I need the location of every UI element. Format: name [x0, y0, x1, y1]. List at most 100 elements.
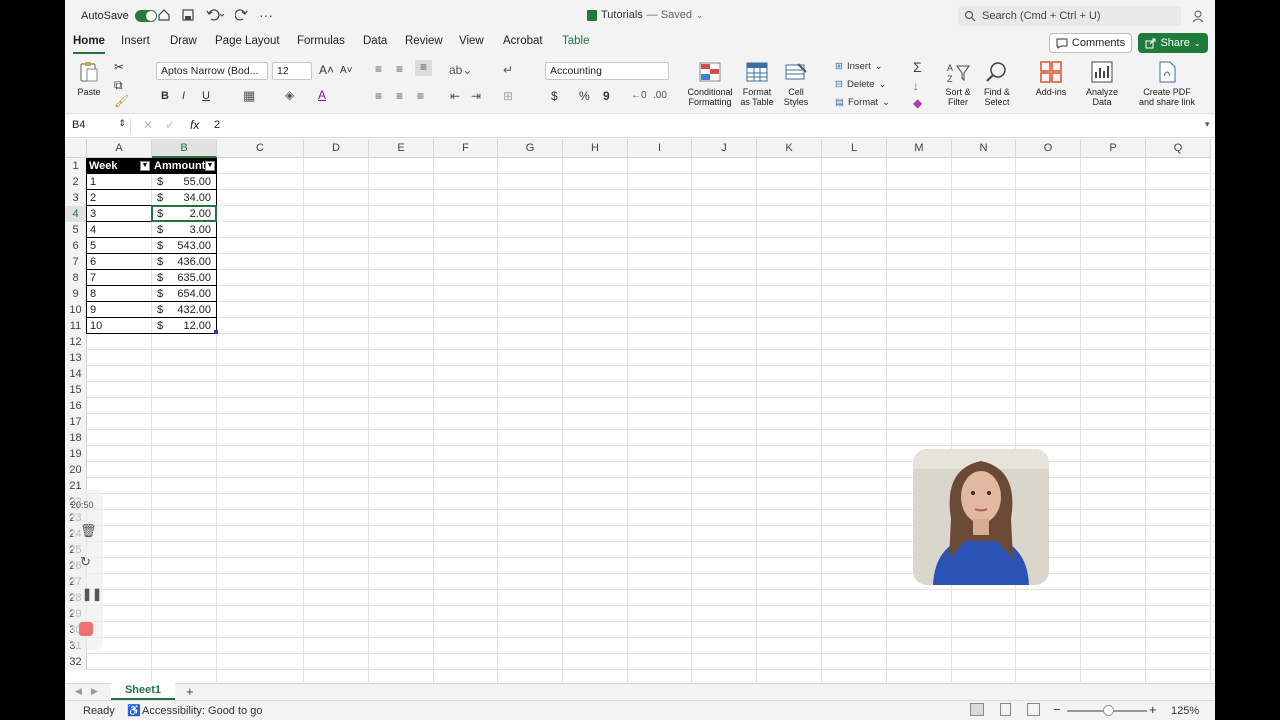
align-top-icon[interactable]: ≡ — [375, 62, 382, 76]
row-header-19[interactable]: 19 — [65, 446, 87, 462]
fill-icon[interactable]: ↓ — [913, 79, 919, 93]
delete-cells-button[interactable]: ⊟ Delete ⌄ — [835, 79, 886, 90]
cell-week[interactable]: 7 — [90, 270, 149, 286]
pause-icon[interactable]: ❚❚ — [82, 587, 102, 601]
select-all-corner[interactable] — [65, 139, 87, 158]
column-header-j[interactable]: J — [692, 139, 757, 158]
tab-data[interactable]: Data — [363, 35, 387, 47]
confirm-icon[interactable]: ✓ — [165, 118, 175, 132]
percent-button[interactable]: % — [579, 89, 590, 103]
tab-page-layout[interactable]: Page Layout — [215, 35, 280, 47]
orientation-icon[interactable]: ab⌄ — [449, 63, 472, 77]
format-as-table-button[interactable]: Format as Table — [736, 60, 778, 107]
wrap-text-icon[interactable]: ↵ — [503, 63, 513, 77]
cancel-icon[interactable]: ✕ — [143, 118, 153, 132]
row-header-12[interactable]: 12 — [65, 334, 87, 350]
column-header-o[interactable]: O — [1016, 139, 1081, 158]
row-header-3[interactable]: 3 — [65, 190, 87, 206]
cell-week[interactable]: 6 — [90, 254, 149, 270]
column-header-h[interactable]: H — [563, 139, 628, 158]
stop-icon[interactable] — [79, 622, 93, 636]
format-painter-icon[interactable]: 🖌 — [114, 94, 129, 108]
cell-amount[interactable]: 55.00 — [172, 174, 211, 190]
account-icon[interactable] — [1192, 9, 1206, 23]
column-header-g[interactable]: G — [498, 139, 563, 158]
filter-dropdown-icon[interactable]: ▼ — [140, 161, 150, 171]
zoom-level[interactable]: 125% — [1171, 705, 1199, 717]
sort-filter-button[interactable]: AZ Sort & Filter — [941, 60, 975, 107]
home-icon[interactable] — [157, 8, 171, 22]
cell-amount[interactable]: 635.00 — [172, 270, 211, 286]
cell-week[interactable]: 1 — [90, 174, 149, 190]
worksheet-grid[interactable]: A B C D E F G H I J K L M N O P Q 1 2 3 4 5 6 7 8 9 10 11 12 13 14 15 16… — [65, 139, 1215, 683]
row-header-11[interactable]: 11 — [65, 318, 87, 334]
normal-view-icon[interactable] — [970, 703, 984, 716]
insert-cells-button[interactable]: ⊞ Insert ⌄ — [835, 61, 883, 72]
clear-icon[interactable]: ◆ — [913, 96, 922, 110]
row-header-17[interactable]: 17 — [65, 414, 87, 430]
expand-formula-icon[interactable]: ▾ — [1205, 119, 1210, 130]
prev-sheet-icon[interactable]: ◀ — [75, 686, 82, 697]
paste-button[interactable]: Paste — [77, 60, 101, 97]
row-header-2[interactable]: 2 — [65, 174, 87, 190]
column-header-l[interactable]: L — [822, 139, 887, 158]
cell-week[interactable]: 8 — [90, 286, 149, 302]
cell-styles-button[interactable]: Cell Styles — [777, 60, 815, 107]
cell-amount[interactable]: 3.00 — [172, 222, 211, 238]
number-format-select[interactable]: Accounting — [545, 62, 669, 80]
conditional-formatting-button[interactable]: Conditional Formatting — [685, 60, 735, 107]
format-cells-button[interactable]: ▤ Format ⌄ — [835, 97, 890, 108]
underline-button[interactable]: U — [202, 90, 210, 102]
chevron-down-icon[interactable]: ⌄ — [696, 11, 703, 20]
fill-color-icon[interactable]: ◈ — [285, 88, 294, 102]
column-header-c[interactable]: C — [217, 139, 304, 158]
copy-icon[interactable]: ⧉ — [114, 78, 123, 93]
cell-amount[interactable]: 543.00 — [172, 238, 211, 254]
row-header-6[interactable]: 6 — [65, 238, 87, 254]
search-box[interactable]: Search (Cmd + Ctrl + U) — [958, 6, 1181, 26]
borders-icon[interactable]: ▦ — [243, 88, 255, 104]
redo-icon[interactable] — [235, 8, 249, 22]
add-sheet-button[interactable]: + — [186, 684, 194, 699]
decrease-decimal-icon[interactable]: .00 — [653, 90, 667, 101]
cell-week[interactable]: 9 — [90, 302, 149, 318]
row-header-16[interactable]: 16 — [65, 398, 87, 414]
cell-week[interactable]: 5 — [90, 238, 149, 254]
tab-formulas[interactable]: Formulas — [297, 35, 345, 47]
more-icon[interactable]: ··· — [259, 8, 273, 22]
row-header-10[interactable]: 10 — [65, 302, 87, 318]
column-header-q[interactable]: Q — [1146, 139, 1211, 158]
align-right-icon[interactable]: ≡ — [417, 89, 424, 103]
cell-amount[interactable]: 436.00 — [172, 254, 211, 270]
row-header-9[interactable]: 9 — [65, 286, 87, 302]
cell-amount[interactable]: 34.00 — [172, 190, 211, 206]
column-header-k[interactable]: K — [757, 139, 822, 158]
cut-icon[interactable]: ✂ — [114, 60, 124, 74]
row-header-32[interactable]: 32 — [65, 654, 87, 670]
cell-amount[interactable]: 654.00 — [172, 286, 211, 302]
zoom-out-icon[interactable]: − — [1053, 702, 1061, 717]
currency-button[interactable]: $ — [551, 89, 558, 103]
font-size-select[interactable]: 12 — [272, 62, 312, 80]
column-header-i[interactable]: I — [628, 139, 692, 158]
align-middle-icon[interactable]: ≡ — [396, 62, 403, 76]
next-sheet-icon[interactable]: ▶ — [91, 686, 98, 697]
column-header-d[interactable]: D — [304, 139, 369, 158]
decrease-font-icon[interactable]: A˅ — [340, 65, 353, 76]
filter-dropdown-icon[interactable]: ▼ — [205, 161, 215, 171]
accessibility-status[interactable]: Accessibility: Good to go — [142, 705, 262, 717]
row-header-15[interactable]: 15 — [65, 382, 87, 398]
doc-title[interactable]: Tutorials — [601, 9, 643, 21]
column-header-p[interactable]: P — [1081, 139, 1146, 158]
align-bottom-icon[interactable]: ≡ — [415, 60, 432, 76]
column-header-f[interactable]: F — [434, 139, 498, 158]
row-header-20[interactable]: 20 — [65, 462, 87, 478]
zoom-in-icon[interactable]: + — [1149, 702, 1157, 717]
analyze-data-button[interactable]: Analyze Data — [1083, 60, 1121, 107]
find-select-button[interactable]: Find & Select — [980, 60, 1014, 107]
row-header-14[interactable]: 14 — [65, 366, 87, 382]
tab-home[interactable]: Home — [73, 35, 105, 54]
column-header-b[interactable]: B — [152, 139, 217, 158]
cell-amount[interactable]: 432.00 — [172, 302, 211, 318]
row-header-7[interactable]: 7 — [65, 254, 87, 270]
